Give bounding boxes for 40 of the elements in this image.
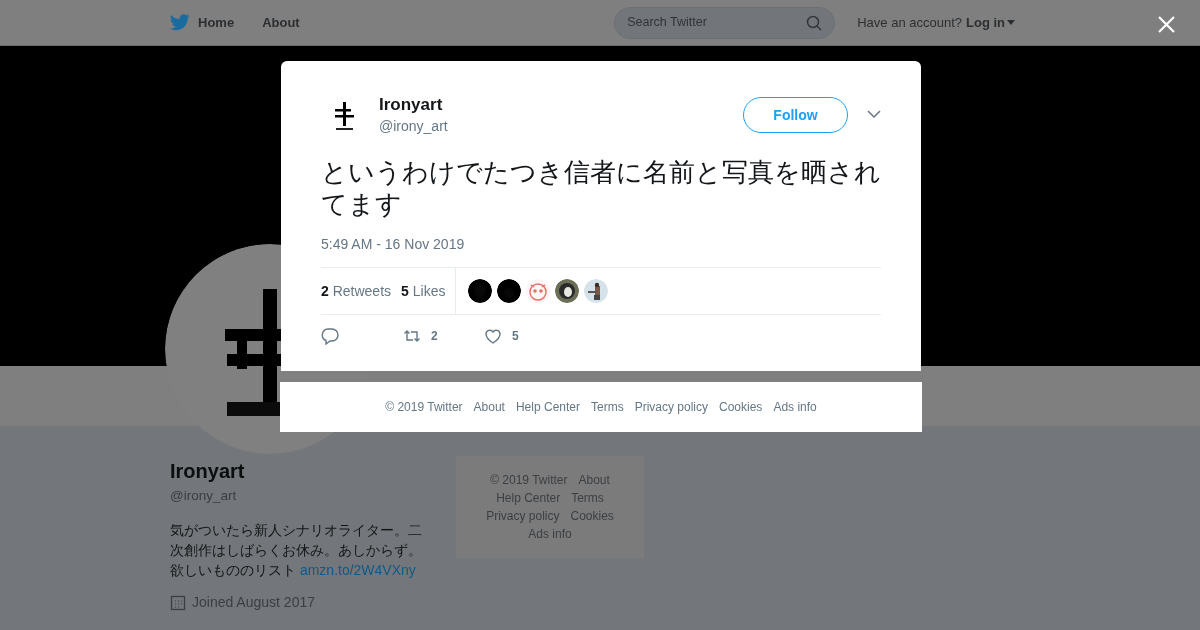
search-field[interactable]: Search Twitter: [614, 6, 836, 39]
tweet-time: 5:49 AM - 16 Nov 2019: [321, 235, 466, 254]
close-icon[interactable]: [1158, 16, 1175, 33]
profile-bio: 気がついたら新人シナリオライター。二次創作はしばらくお休み。あしからず。欲しいもののリスト amzn.to/2W4VXny: [170, 521, 423, 581]
nav-link[interactable]: Home: [170, 12, 235, 33]
author-name: Ironyart: [379, 94, 444, 116]
footer-link[interactable]: Privacy policy: [486, 508, 560, 524]
footer-link[interactable]: Help Center: [515, 398, 580, 416]
search-icon: [806, 14, 823, 31]
action-count: 5: [512, 328, 519, 345]
footer-link[interactable]: About: [578, 472, 610, 488]
caret-icon: [1007, 20, 1015, 25]
login-link[interactable]: Log in: [966, 12, 1015, 33]
footer-link[interactable]: Cookies: [570, 508, 614, 524]
action-count: 2: [431, 328, 438, 345]
copyright-text: © 2019 Twitter: [385, 399, 463, 416]
calendar-icon: [170, 594, 186, 611]
chevron-down-icon[interactable]: [867, 110, 881, 118]
search-placeholder: Search Twitter: [627, 14, 708, 32]
footer-link[interactable]: Ads info: [773, 398, 817, 416]
footer-link[interactable]: Help Center: [496, 490, 561, 506]
profile-handle: @irony_art: [170, 487, 238, 505]
footer-link[interactable]: About: [473, 398, 505, 416]
stat-link[interactable]: 5 Likes: [401, 280, 446, 302]
tweet-text: というわけでたつき信者に名前と写真を晒されてます: [321, 156, 882, 220]
nav-link[interactable]: About: [262, 12, 300, 33]
footer-link[interactable]: Ads info: [528, 526, 572, 542]
profile-name: Ironyart: [170, 459, 246, 484]
footer-link[interactable]: Cookies: [719, 398, 763, 416]
footer-link[interactable]: Privacy policy: [634, 398, 708, 416]
stat-link[interactable]: 2 Retweets: [321, 280, 392, 302]
footer-link[interactable]: Terms: [571, 490, 604, 506]
joined-date: Joined August 2017: [192, 593, 315, 613]
account-prompt: Have an account?: [857, 13, 962, 32]
footer-link[interactable]: Terms: [591, 398, 624, 416]
heart-icon[interactable]: [484, 327, 502, 345]
author-handle: @irony_art: [379, 117, 448, 136]
bird-icon: [170, 14, 190, 31]
reply-icon[interactable]: [321, 327, 339, 345]
copyright-text: © 2019 Twitter: [490, 472, 568, 488]
